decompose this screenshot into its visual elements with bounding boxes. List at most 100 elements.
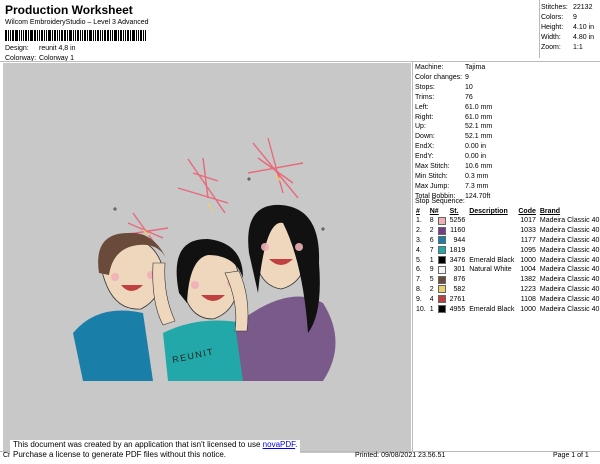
machine-row-label: Up:	[415, 123, 426, 131]
color-swatch	[437, 236, 446, 245]
swatch	[436, 245, 448, 255]
color-swatch	[437, 265, 446, 274]
stop-number: 9.	[416, 295, 422, 303]
swatch	[436, 294, 448, 304]
thread-description: Emerald Black	[469, 256, 515, 264]
colors-value: 9	[573, 14, 577, 21]
table-row: 4. 7 1819 1095 Madeira Classic 40	[414, 245, 600, 255]
right-shirt	[235, 296, 336, 381]
thread-brand: Madeira Classic 40	[539, 236, 600, 244]
column-header: #	[416, 208, 420, 215]
table-row: 7. 5 876 1382 Madeira Classic 40	[414, 275, 600, 285]
thread-code: 1382	[520, 276, 536, 284]
stop-number: 10.	[416, 305, 426, 313]
thread-description: Emerald Black	[469, 305, 515, 313]
machine-row: Max Jump: 7.3 mm	[415, 182, 492, 192]
thread-code: 1095	[520, 246, 536, 254]
thread-brand: Madeira Classic 40	[539, 246, 600, 254]
left-shirt	[73, 310, 153, 381]
machine-row: Down: 52.1 mm	[415, 132, 492, 142]
height-value: 4.10 in	[573, 24, 595, 31]
colors-label: Colors:	[541, 14, 564, 21]
thread-brand: Madeira Classic 40	[539, 227, 600, 235]
printed-timestamp: Printed: 09/08/2021 23.56.51	[355, 452, 446, 459]
column-header: St.	[449, 208, 459, 215]
table-row: 9. 4 2761 1108 Madeira Classic 40	[414, 294, 600, 304]
column-header: Description	[469, 208, 508, 215]
swatch	[436, 226, 448, 236]
machine-row-label: EndX:	[415, 143, 435, 151]
machine-properties: Machine: Tajima Color changes: 9 Stops: 10 Tri…	[415, 63, 492, 202]
color-swatch	[437, 256, 446, 265]
width-label: Width:	[541, 34, 561, 41]
needle-number: 8	[429, 217, 434, 225]
thread-brand: Madeira Classic 40	[539, 217, 600, 225]
color-swatch	[437, 285, 446, 294]
stop-number: 3.	[416, 236, 422, 244]
machine-row: Left: 61.0 mm	[415, 103, 492, 113]
table-row: 2. 2 1160 1033 Madeira Classic 40	[414, 226, 600, 236]
stats-box: Stitches: 22132 Colors: 9 Height: 4.10 in W…	[541, 3, 594, 53]
machine-row-label: Max Stitch:	[415, 163, 450, 171]
machine-row: Right: 61.0 mm	[415, 113, 492, 123]
machine-row-label: Machine:	[415, 64, 444, 71]
machine-row-value: 61.0 mm	[465, 113, 493, 121]
design-preview: REUNIT	[3, 63, 411, 453]
color-swatch	[437, 246, 446, 255]
column-header: Brand	[539, 208, 561, 215]
machine-row-value: 10.6 mm	[465, 163, 493, 171]
machine-row-value: 124.70ft	[465, 192, 491, 200]
machine-row: EndY: 0.00 in	[415, 152, 492, 162]
height-label: Height:	[541, 24, 564, 31]
stop-number: 7.	[416, 276, 422, 284]
thread-brand: Madeira Classic 40	[539, 305, 600, 313]
needle-number: 4	[429, 295, 434, 303]
stitch-count: 2761	[449, 295, 466, 303]
machine-row-value: 52.1 mm	[465, 123, 493, 131]
page-number: Page 1 of 1	[553, 452, 589, 459]
software-subtitle: Wilcom EmbroideryStudio – Level 3 Advanc…	[5, 19, 149, 26]
thread-code: 1000	[520, 305, 536, 313]
stitch-count: 944	[453, 236, 466, 244]
machine-row-label: Min Stitch:	[415, 172, 448, 180]
color-swatch	[437, 226, 446, 235]
barcode	[5, 30, 160, 41]
stop-number: 4.	[416, 246, 422, 254]
stitch-count: 301	[453, 266, 466, 274]
swatch	[436, 304, 448, 314]
machine-row: Machine: Tajima	[415, 63, 492, 73]
zoom-value: 1:1	[573, 44, 583, 51]
embroidery-artwork: REUNIT	[73, 137, 336, 381]
stitch-count: 5256	[449, 217, 466, 225]
table-row: 5. 1 3476 Emerald Black 1000 Madeira Classic …	[414, 255, 600, 265]
machine-row-label: Right:	[415, 113, 434, 121]
novapdf-link[interactable]: novaPDF	[263, 440, 295, 449]
width-value: 4.80 in	[573, 34, 595, 41]
design-value: reunit 4,8 in	[39, 45, 76, 52]
machine-row-label: Color changes:	[415, 73, 463, 81]
color-swatch	[437, 216, 446, 225]
stop-sequence-title: Stop Sequence:	[415, 198, 465, 205]
machine-row-value: 9	[465, 73, 469, 81]
stop-number: 2.	[416, 227, 422, 235]
thread-description	[467, 275, 516, 285]
thread-description	[467, 226, 516, 236]
stop-number: 6.	[416, 266, 422, 274]
stop-number: 8.	[416, 285, 422, 293]
machine-row-value: 0.3 mm	[465, 172, 489, 180]
needle-number: 5	[429, 276, 434, 284]
thread-code: 1108	[520, 295, 536, 303]
machine-row-value: 76	[465, 93, 473, 101]
machine-row: Max Stitch: 10.6 mm	[415, 162, 492, 172]
machine-row-label: Stops:	[415, 83, 435, 91]
stats-divider	[539, 0, 540, 58]
thread-code: 1033	[520, 227, 536, 235]
table-row: 3. 6 944 1177 Madeira Classic 40	[414, 236, 600, 246]
machine-row: EndX: 0.00 in	[415, 142, 492, 152]
stitches-value: 22132	[573, 4, 593, 11]
color-swatch	[437, 275, 446, 284]
thread-description	[467, 216, 516, 226]
thread-description: Natural White	[469, 266, 512, 274]
machine-row-value: 0.00 in	[465, 143, 487, 151]
thread-description	[467, 245, 516, 255]
